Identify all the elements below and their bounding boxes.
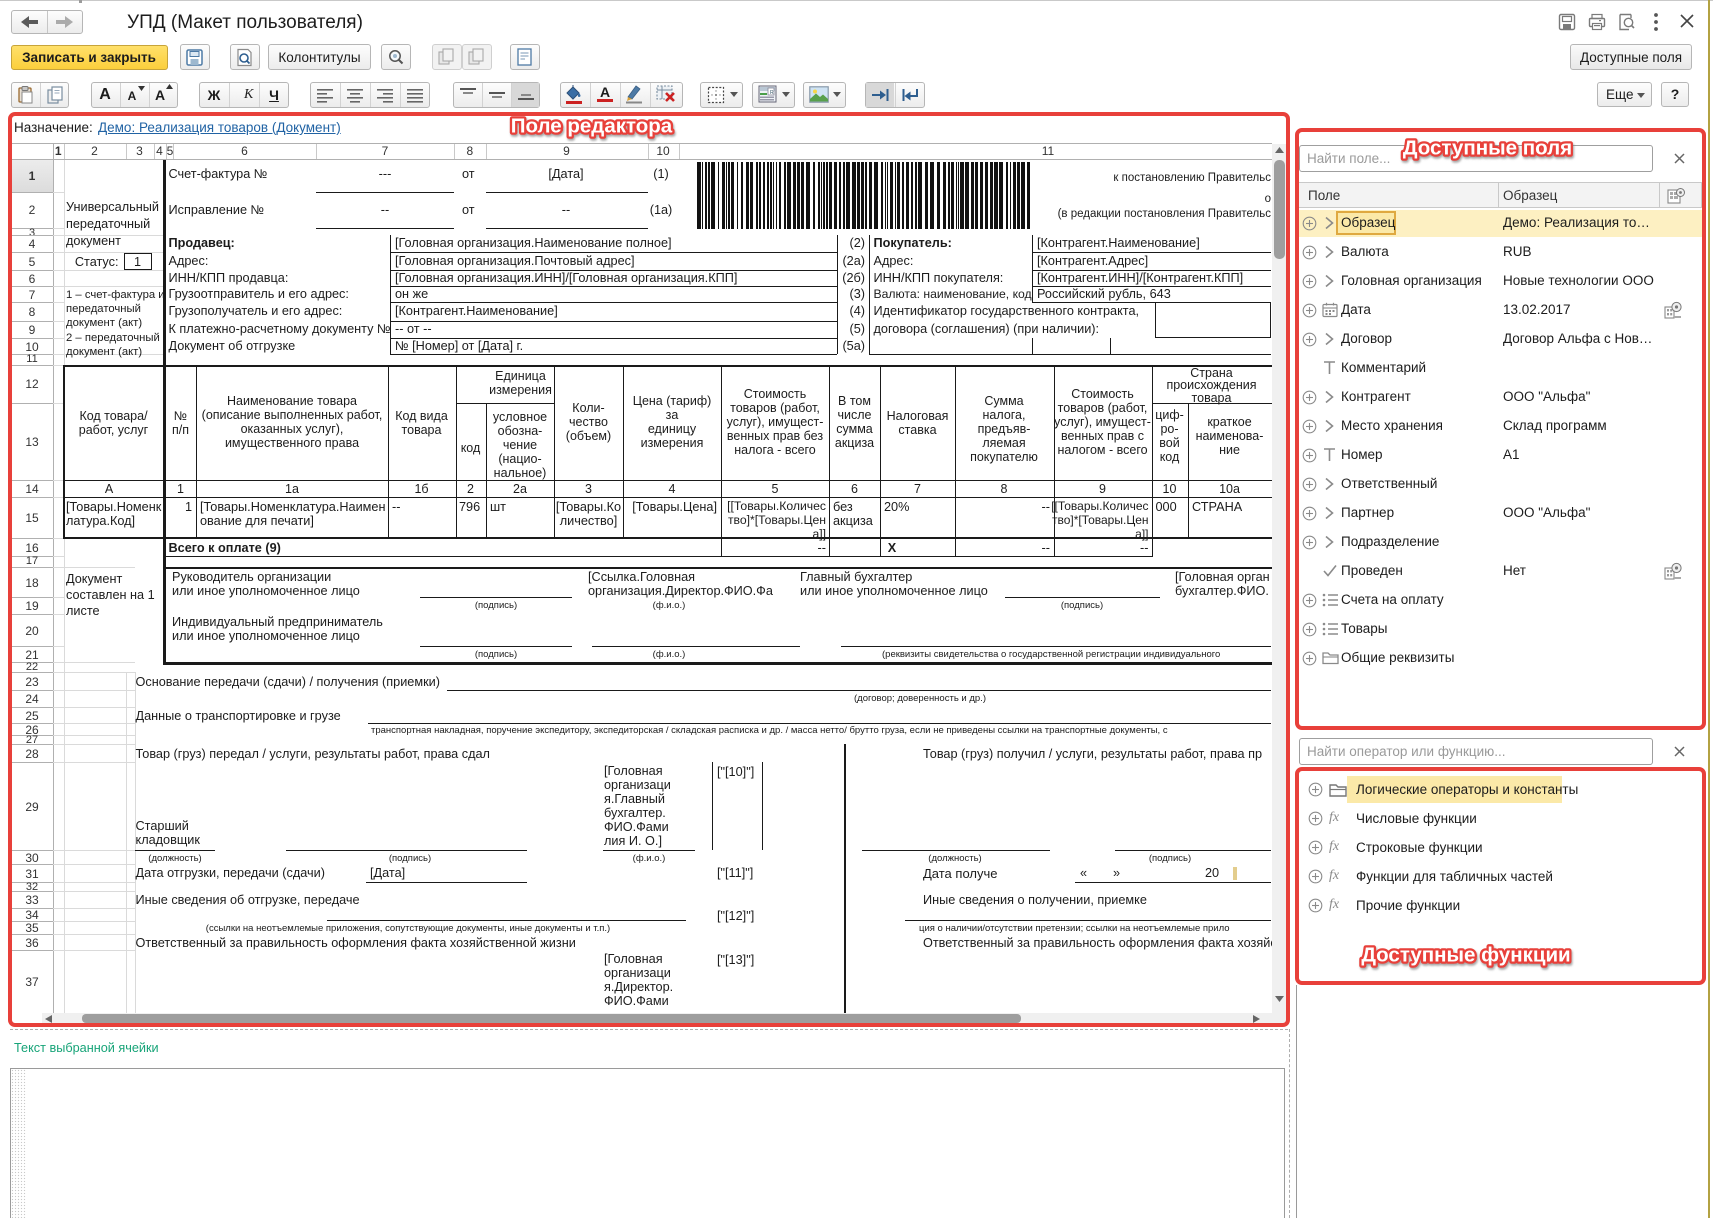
svg-text:Поле редактора: Поле редактора — [511, 115, 673, 138]
svg-text:R: R — [770, 90, 774, 96]
svg-text:Доступные поля: Доступные поля — [1403, 137, 1572, 160]
svg-text:Доступные функции: Доступные функции — [1361, 944, 1570, 967]
